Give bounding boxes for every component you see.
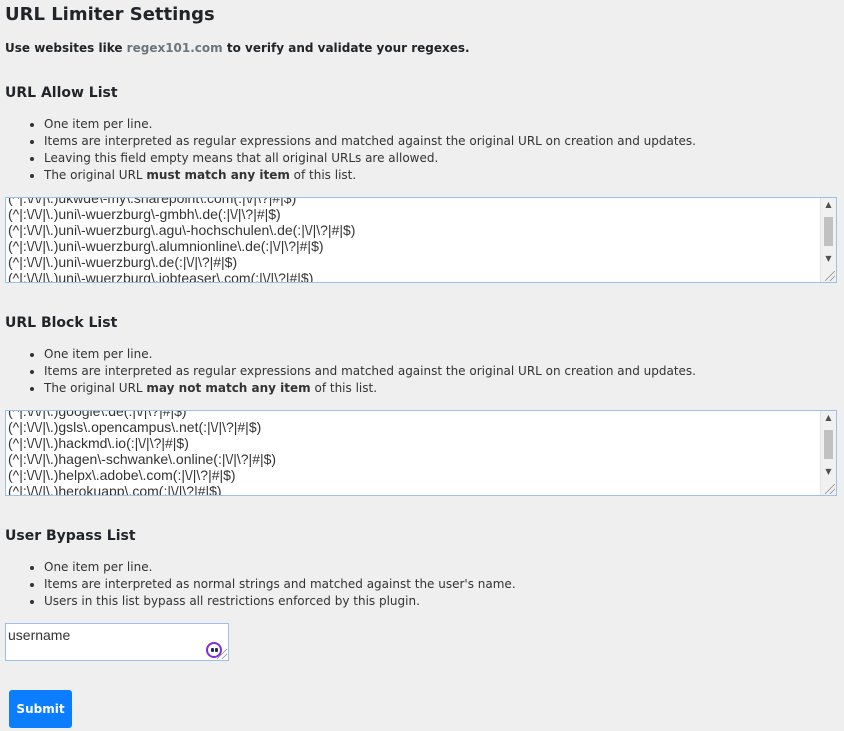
rule-item: One item per line. xyxy=(44,559,516,576)
regex101-link[interactable]: regex101.com xyxy=(127,41,223,55)
pattern-line: (^|:\/\/|\.)herokuapp\.com(:|\/|\?|#|$) xyxy=(8,483,222,496)
rule-item: The original URL must match any item of … xyxy=(44,167,696,184)
allow-list-heading: URL Allow List xyxy=(5,85,118,101)
pattern-line: (^|:\/\/|\.)ukwde\-my\.sharepoint\.com(:… xyxy=(8,197,297,206)
block-list-lines: (^|:\/\/|\.)google\.de(:|\/|\?|#|$) (^|:\… xyxy=(8,410,820,496)
scroll-down-icon[interactable]: ▼ xyxy=(821,252,836,266)
pattern-line: (^|:\/\/|\.)helpx\.adobe\.com(:|\/|\?|#|… xyxy=(8,467,236,483)
rule-item: Users in this list bypass all restrictio… xyxy=(44,593,516,610)
pattern-line: (^|:\/\/|\.)hagen\-schwanke\.online(:|\/… xyxy=(8,451,277,467)
block-list-scrollbar[interactable]: ▲ ▼ xyxy=(820,411,836,495)
rule-item: The original URL may not match any item … xyxy=(44,380,696,397)
block-list-rules: One item per line.Items are interpreted … xyxy=(26,346,696,397)
scroll-up-icon[interactable]: ▲ xyxy=(821,411,836,425)
block-list-textarea[interactable]: (^|:\/\/|\.)google\.de(:|\/|\?|#|$) (^|:\… xyxy=(5,410,837,496)
rule-item: Leaving this field empty means that all … xyxy=(44,150,696,167)
rule-item: Items are interpreted as normal strings … xyxy=(44,576,516,593)
pattern-line: (^|:\/\/|\.)uni\-wuerzburg\.agu\-hochsch… xyxy=(8,222,356,238)
bypass-list-textarea[interactable]: username xyxy=(5,623,229,661)
pattern-line: (^|:\/\/|\.)uni\-wuerzburg\.jobteaser\.c… xyxy=(8,270,314,283)
resize-grip-icon[interactable] xyxy=(825,484,835,494)
rule-item: One item per line. xyxy=(44,346,696,363)
scroll-down-icon[interactable]: ▼ xyxy=(821,465,836,479)
pattern-line: (^|:\/\/|\.)uni\-wuerzburg\.de(:|\/|\?|#… xyxy=(8,254,238,270)
rule-item: One item per line. xyxy=(44,116,696,133)
resize-grip-icon[interactable] xyxy=(825,271,835,281)
pattern-line: (^|:\/\/|\.)uni\-wuerzburg\.alumnionline… xyxy=(8,238,324,254)
block-list-heading: URL Block List xyxy=(5,315,118,331)
bypass-list-value: username xyxy=(8,627,71,643)
pattern-line: (^|:\/\/|\.)uni\-wuerzburg\-gmbh\.de(:|\… xyxy=(8,206,281,222)
allow-list-scrollbar[interactable]: ▲ ▼ xyxy=(820,198,836,282)
rule-item: Items are interpreted as regular express… xyxy=(44,363,696,380)
submit-button[interactable]: Submit xyxy=(9,690,72,728)
pattern-line: (^|:\/\/|\.)hackmd\.io(:|\/|\?|#|$) xyxy=(8,435,189,451)
pattern-line: (^|:\/\/|\.)gsls\.opencampus\.net(:|\/|\… xyxy=(8,419,262,435)
bypass-list-heading: User Bypass List xyxy=(5,528,136,544)
allow-list-textarea[interactable]: (^|:\/\/|\.)ukwde\-my\.sharepoint\.com(:… xyxy=(5,197,837,283)
scrollbar-thumb[interactable] xyxy=(824,217,833,246)
resize-grip-icon[interactable] xyxy=(217,649,227,659)
rule-item: Items are interpreted as regular express… xyxy=(44,133,696,150)
allow-list-rules: One item per line.Items are interpreted … xyxy=(26,116,696,184)
scroll-up-icon[interactable]: ▲ xyxy=(821,198,836,212)
intro-text: Use websites like regex101.com to verify… xyxy=(5,41,470,55)
page-title: URL Limiter Settings xyxy=(5,4,215,25)
scrollbar-thumb[interactable] xyxy=(824,430,833,459)
pattern-line: (^|:\/\/|\.)google\.de(:|\/|\?|#|$) xyxy=(8,410,187,419)
allow-list-lines: (^|:\/\/|\.)ukwde\-my\.sharepoint\.com(:… xyxy=(8,197,820,283)
bypass-list-rules: One item per line.Items are interpreted … xyxy=(26,559,516,610)
